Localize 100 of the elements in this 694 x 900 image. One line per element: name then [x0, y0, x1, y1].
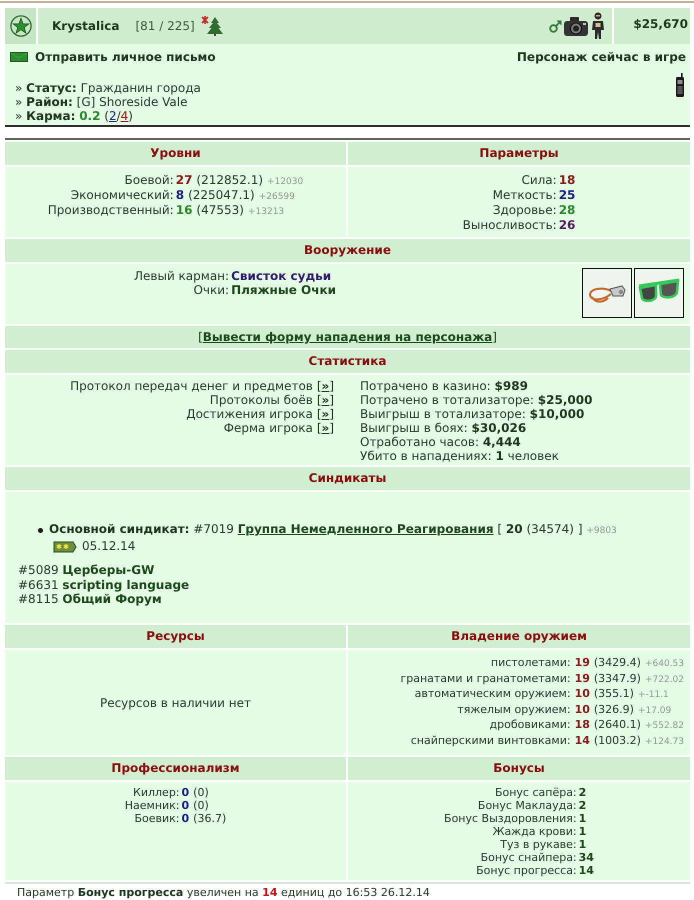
- level-label: Экономический:: [70, 188, 174, 203]
- section-header: Статистика: [5, 350, 690, 373]
- attack-form-line: [Вывести форму нападения на персонажа]: [198, 330, 497, 344]
- online-status: Персонаж сейчас в игре: [516, 50, 686, 64]
- skill-value: 18: [574, 718, 590, 732]
- bonus-value: 1: [578, 838, 586, 851]
- tree-icon: [200, 16, 223, 36]
- param-value: 18: [558, 173, 576, 188]
- info-line: » Район: [G] Shoreside Vale: [15, 95, 188, 109]
- param-label: Здоровье:: [492, 203, 557, 218]
- slot-label: Очки:: [193, 283, 230, 297]
- whistle-icon: [582, 268, 632, 318]
- skill-gain: +640.53: [644, 659, 684, 669]
- skill-label: пистолетами:: [490, 655, 571, 671]
- attack-form-link[interactable]: Вывести форму нападения на персонажа: [202, 330, 492, 344]
- section-header: Синдикаты: [5, 467, 690, 490]
- skill-value: 19: [574, 672, 590, 685]
- skill-gain: +-11.1: [638, 690, 669, 700]
- stat-line: Потрачено в казино: $989: [360, 379, 528, 393]
- log-link[interactable]: [»]: [316, 393, 334, 407]
- phone-icon: [676, 73, 684, 97]
- skill-value: 19: [574, 656, 590, 669]
- bonus-label: Бонус сапёра:: [494, 786, 577, 799]
- profession-label: Наемник:: [124, 799, 180, 812]
- level-gain: +26599: [258, 192, 295, 202]
- sunglasses-icon: [634, 268, 684, 318]
- section-header: Бонусы: [348, 757, 690, 780]
- skill-label: дробовиками:: [490, 717, 571, 733]
- player-name: Krystalica: [52, 19, 120, 33]
- male-sign-icon: [549, 20, 562, 32]
- level-experience: (212852.1): [196, 173, 264, 187]
- skill-experience: (1003.2): [594, 734, 641, 747]
- bonus-label: Бонус прогресса:: [476, 864, 577, 877]
- param-value: 25: [558, 188, 576, 203]
- profession-experience: (0): [193, 786, 209, 799]
- level-experience: (47553): [196, 203, 244, 217]
- log-label: Протоколы боёв: [210, 393, 313, 407]
- item-name[interactable]: Пляжные Очки: [231, 283, 336, 297]
- bonus-value: 14: [578, 864, 594, 877]
- bonus-label: Жажда крови:: [492, 825, 577, 838]
- profession-value: 0: [182, 812, 190, 825]
- bonus-label: Бонус снайпера:: [480, 851, 577, 864]
- player-count: [81 / 225]: [135, 19, 195, 33]
- profession-value: 0: [182, 799, 190, 812]
- send-message-link[interactable]: Отправить личное письмо: [35, 50, 216, 64]
- bonus-value: 1: [578, 812, 586, 825]
- figure-icon: [590, 12, 606, 40]
- karma-negative-link[interactable]: 4: [120, 109, 128, 123]
- section-header: Ресурсы: [5, 625, 346, 648]
- camera-icon: [563, 15, 589, 37]
- envelope-icon: [10, 52, 28, 62]
- skill-experience: (326.9): [594, 702, 634, 716]
- syndicate-link[interactable]: Группа Немедленного Реагирования: [238, 522, 494, 536]
- param-value: 26: [558, 218, 576, 233]
- level-label: Производственный:: [48, 203, 174, 218]
- bonus-value: 1: [578, 825, 586, 838]
- bonus-label: Туз в рукаве:: [500, 838, 577, 851]
- skill-label: тяжелым оружием:: [457, 702, 571, 718]
- log-link[interactable]: [»]: [316, 379, 334, 393]
- log-link[interactable]: [»]: [316, 421, 334, 435]
- section-header: Параметры: [348, 142, 690, 165]
- skill-label: гранатами и гранатометами:: [400, 670, 571, 686]
- param-label: Сила:: [521, 173, 557, 188]
- skill-gain: +17.09: [638, 706, 672, 716]
- bonus-value: 2: [578, 799, 586, 812]
- item-name[interactable]: Свисток судьи: [231, 269, 332, 283]
- stat-line: Убито в нападениях: 1 человек: [360, 449, 559, 463]
- stat-line: Потрачено в тотализаторе: $25,000: [360, 393, 592, 407]
- progress-notice: Параметр Бонус прогресса увеличен на 14 единиц до 16:53 26.12.14: [16, 885, 431, 899]
- section-header: Профессионализм: [5, 757, 346, 780]
- stat-line: Отработано часов: 4,444: [360, 435, 521, 449]
- profession-label: Боевик:: [134, 812, 180, 825]
- skill-value: 10: [574, 687, 590, 700]
- empty-resources-text: Ресурсов в наличии нет: [100, 696, 252, 710]
- syndicate-line: #5089 Церберы-GW: [18, 563, 154, 578]
- skill-gain: +124.73: [644, 736, 684, 747]
- money-amount: $25,670: [633, 17, 688, 31]
- level-value: 8: [176, 188, 184, 202]
- level-value: 27: [176, 173, 192, 187]
- karma-positive-link[interactable]: 2: [108, 109, 117, 123]
- log-label: Ферма игрока: [224, 421, 313, 435]
- bullet-icon: [38, 528, 43, 533]
- main-syndicate-line: Основной синдикат: #7019 Группа Немедленного Реагирования [ 20 (34574) ] +9803: [49, 522, 617, 538]
- info-line: » Статус: Гражданин города: [15, 81, 201, 95]
- rank-badge-icon: [53, 540, 77, 552]
- skill-gain: +722.02: [644, 674, 684, 685]
- bonus-label: Бонус Маклауда:: [478, 799, 577, 812]
- syndicate-line: #8115 Общий Форум: [18, 592, 162, 606]
- level-gain: +12030: [267, 177, 304, 187]
- skill-experience: (3429.4): [594, 656, 641, 669]
- profession-label: Киллер:: [133, 786, 180, 799]
- profession-experience: (0): [193, 799, 209, 812]
- skill-value: 14: [574, 734, 590, 747]
- param-label: Выносливость:: [462, 218, 557, 233]
- section-header: Уровни: [5, 142, 346, 165]
- log-link[interactable]: [»]: [316, 407, 334, 421]
- skill-label: снайперскими винтовками:: [410, 732, 571, 749]
- stat-line: Выигрыш в тотализаторе: $10,000: [360, 407, 584, 421]
- bonus-label: Бонус Выздоровления:: [444, 812, 577, 825]
- skill-label: автоматическим оружием:: [414, 686, 571, 702]
